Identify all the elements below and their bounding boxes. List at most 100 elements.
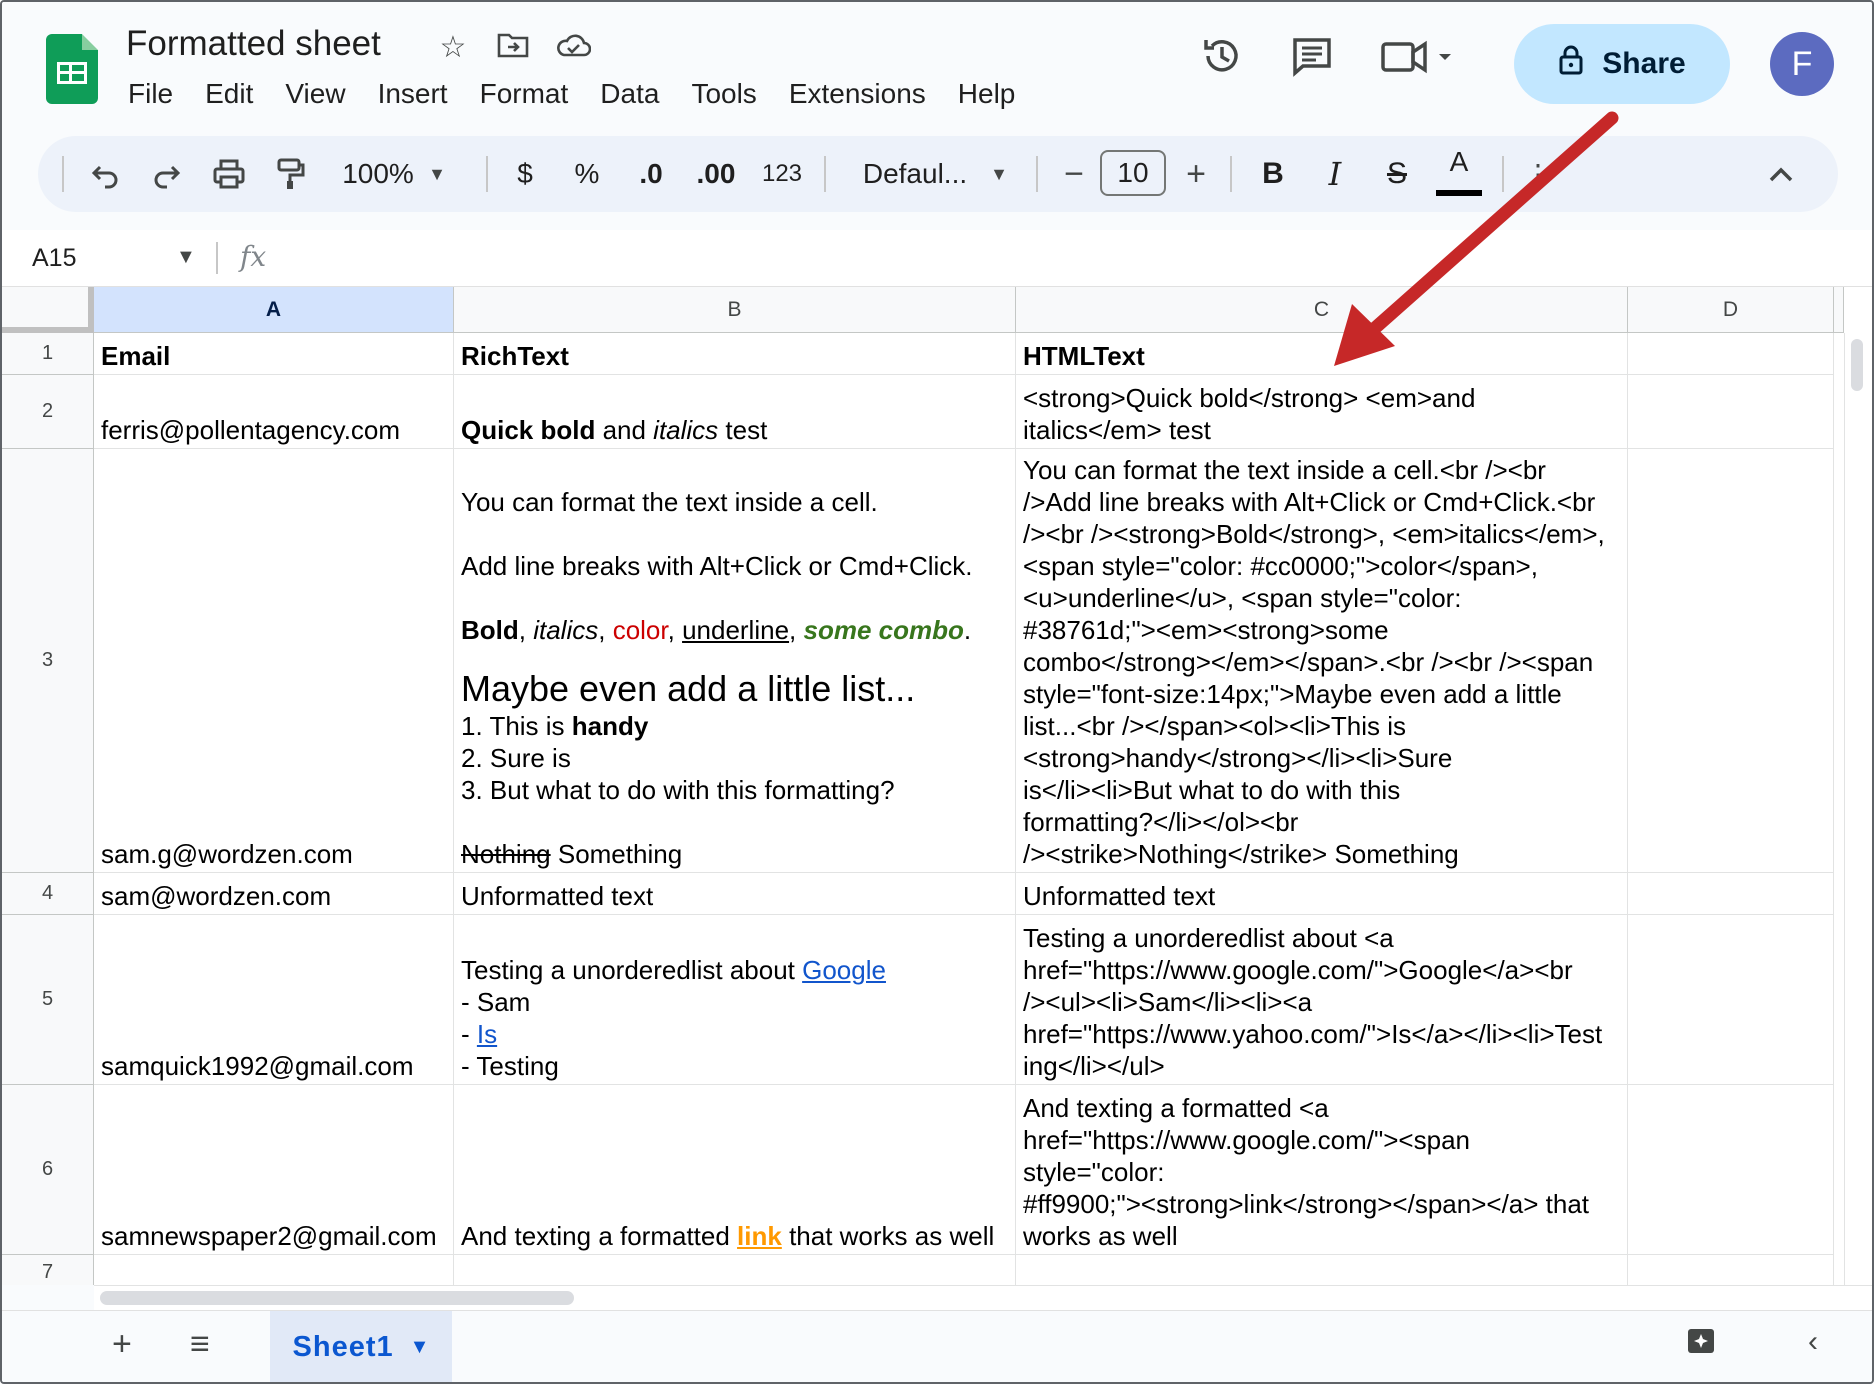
is-link[interactable]: Is — [477, 1019, 497, 1049]
cell-b6[interactable]: And texting a formatted link that works … — [454, 1085, 1016, 1255]
cell-a7[interactable] — [94, 1255, 454, 1285]
zoom-select[interactable]: 100% — [336, 136, 420, 212]
currency-format-button[interactable]: $ — [502, 136, 548, 212]
column-header-d[interactable]: D — [1628, 287, 1834, 333]
spreadsheet-grid[interactable]: A B C D 1 Email RichText HTMLText 2 ferr… — [2, 287, 1872, 1285]
decrease-font-size-icon[interactable]: − — [1054, 136, 1094, 212]
decrease-decimal-button[interactable]: .0 — [626, 136, 676, 212]
share-button[interactable]: Share — [1514, 24, 1730, 104]
number-format-button[interactable]: 123 — [754, 136, 810, 212]
collapse-toolbar-icon[interactable] — [1756, 136, 1806, 212]
menu-view[interactable]: View — [285, 78, 345, 110]
increase-font-size-icon[interactable]: + — [1176, 136, 1216, 212]
name-box[interactable]: A15 — [32, 230, 76, 286]
redo-icon[interactable] — [142, 136, 192, 212]
chevron-down-icon[interactable]: ▼ — [422, 136, 452, 212]
cell-c7[interactable] — [1016, 1255, 1628, 1285]
horizontal-scrollbar[interactable] — [94, 1285, 1872, 1310]
row-header-6[interactable]: 6 — [2, 1085, 94, 1255]
cell-b4[interactable]: Unformatted text — [454, 873, 1016, 915]
cell-a4[interactable]: sam@wordzen.com — [94, 873, 454, 915]
cell-a2[interactable]: ferris@pollentagency.com — [94, 375, 454, 449]
all-sheets-menu-icon[interactable]: ≡ — [190, 1325, 210, 1364]
font-size-input[interactable]: 10 — [1100, 150, 1166, 196]
bold-button[interactable]: B — [1248, 136, 1298, 212]
cell-text-line: italics</em> test — [1023, 415, 1211, 445]
cell-d3[interactable] — [1628, 449, 1834, 873]
cell-b3[interactable]: You can format the text inside a cell. A… — [454, 449, 1016, 873]
meet-icon[interactable] — [1357, 34, 1477, 88]
cell-c4[interactable]: Unformatted text — [1016, 873, 1628, 915]
cloud-status-icon[interactable] — [554, 30, 592, 68]
menu-file[interactable]: File — [128, 78, 173, 110]
column-header-b[interactable]: B — [454, 287, 1016, 333]
text-color-button[interactable]: A — [1436, 146, 1482, 204]
chevron-down-icon[interactable]: ▼ — [984, 136, 1014, 212]
menu-extensions[interactable]: Extensions — [789, 78, 926, 110]
chevron-down-icon[interactable]: ▼ — [176, 246, 196, 269]
paint-format-icon[interactable] — [266, 136, 316, 212]
sheet-tab-sheet1[interactable]: Sheet1 ▼ — [270, 1311, 452, 1382]
more-options-icon[interactable]: ⋮ — [1518, 136, 1558, 212]
chevron-down-icon[interactable]: ▼ — [410, 1336, 430, 1359]
add-sheet-icon[interactable]: + — [112, 1325, 132, 1364]
menu-help[interactable]: Help — [958, 78, 1016, 110]
cell-b5[interactable]: Testing a unorderedlist about Google - S… — [454, 915, 1016, 1085]
cell-b1[interactable]: RichText — [454, 333, 1016, 375]
cell-b2[interactable]: Quick bold and italics test — [454, 375, 1016, 449]
row-header-2[interactable]: 2 — [2, 375, 94, 449]
cell-a3[interactable]: sam.g@wordzen.com — [94, 449, 454, 873]
explore-icon[interactable] — [1686, 1327, 1716, 1366]
font-select[interactable]: Defaul... — [850, 136, 980, 212]
row-header-4[interactable]: 4 — [2, 873, 94, 915]
horizontal-scroll-thumb[interactable] — [100, 1291, 574, 1305]
vertical-scrollbar[interactable] — [1844, 333, 1869, 1285]
undo-icon[interactable] — [80, 136, 130, 212]
text-run: and — [595, 415, 654, 445]
menu-insert[interactable]: Insert — [378, 78, 448, 110]
move-folder-icon[interactable] — [494, 30, 532, 68]
cell-c5[interactable]: Testing a unorderedlist about <a href="h… — [1016, 915, 1628, 1085]
cell-b7[interactable] — [454, 1255, 1016, 1285]
formatted-link[interactable]: link — [737, 1221, 782, 1251]
cell-a6[interactable]: samnewspaper2@gmail.com — [94, 1085, 454, 1255]
select-all-corner[interactable] — [2, 287, 94, 333]
cell-c2[interactable]: <strong>Quick bold</strong> <em>and ital… — [1016, 375, 1628, 449]
row-header-1[interactable]: 1 — [2, 333, 94, 375]
cell-c1[interactable]: HTMLText — [1016, 333, 1628, 375]
row-header-7[interactable]: 7 — [2, 1255, 94, 1285]
cell-d5[interactable] — [1628, 915, 1834, 1085]
cell-d2[interactable] — [1628, 375, 1834, 449]
sheets-logo-icon[interactable] — [46, 34, 98, 104]
menu-data[interactable]: Data — [600, 78, 659, 110]
column-header-c[interactable]: C — [1016, 287, 1628, 333]
print-icon[interactable] — [204, 136, 254, 212]
menu-format[interactable]: Format — [480, 78, 569, 110]
cell-c3[interactable]: You can format the text inside a cell.<b… — [1016, 449, 1628, 873]
row-header-3[interactable]: 3 — [2, 449, 94, 873]
vertical-scroll-thumb[interactable] — [1851, 339, 1863, 391]
strikethrough-button[interactable]: S — [1372, 136, 1422, 212]
google-link[interactable]: Google — [802, 955, 886, 985]
menu-tools[interactable]: Tools — [691, 78, 756, 110]
cell-d6[interactable] — [1628, 1085, 1834, 1255]
cell-d4[interactable] — [1628, 873, 1834, 915]
cell-d1[interactable] — [1628, 333, 1834, 375]
cell-d7[interactable] — [1628, 1255, 1834, 1285]
text-run: . — [963, 615, 972, 645]
comments-icon[interactable] — [1267, 34, 1357, 88]
version-history-icon[interactable] — [1177, 34, 1267, 88]
cell-a5[interactable]: samquick1992@gmail.com — [94, 915, 454, 1085]
increase-decimal-button[interactable]: .00 — [688, 136, 744, 212]
italic-button[interactable]: I — [1310, 136, 1360, 212]
document-title[interactable]: Formatted sheet — [126, 24, 381, 64]
menu-edit[interactable]: Edit — [205, 78, 253, 110]
percent-format-button[interactable]: % — [564, 136, 610, 212]
collapse-side-panel-icon[interactable]: ‹ — [1808, 1325, 1818, 1359]
column-header-a[interactable]: A — [94, 287, 454, 333]
cell-c6[interactable]: And texting a formatted <a href="https:/… — [1016, 1085, 1628, 1255]
cell-a1[interactable]: Email — [94, 333, 454, 375]
row-header-5[interactable]: 5 — [2, 915, 94, 1085]
star-icon[interactable]: ☆ — [434, 30, 472, 68]
account-avatar[interactable]: F — [1770, 32, 1834, 96]
